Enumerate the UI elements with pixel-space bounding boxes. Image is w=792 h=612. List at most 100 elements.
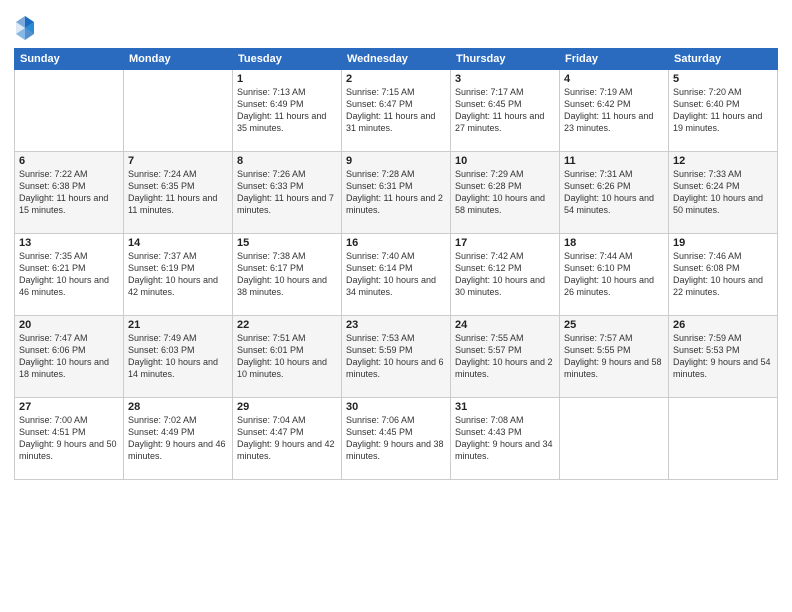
day-number: 7 (128, 155, 228, 167)
cell-content: Sunrise: 7:55 AM Sunset: 5:57 PM Dayligh… (455, 332, 555, 381)
day-number: 27 (19, 401, 119, 413)
day-number: 26 (673, 319, 773, 331)
calendar-table: SundayMondayTuesdayWednesdayThursdayFrid… (14, 48, 778, 480)
calendar-cell: 16Sunrise: 7:40 AM Sunset: 6:14 PM Dayli… (342, 234, 451, 316)
calendar-cell: 31Sunrise: 7:08 AM Sunset: 4:43 PM Dayli… (451, 398, 560, 480)
calendar-week-2: 6Sunrise: 7:22 AM Sunset: 6:38 PM Daylig… (15, 152, 778, 234)
day-number: 23 (346, 319, 446, 331)
calendar-cell: 21Sunrise: 7:49 AM Sunset: 6:03 PM Dayli… (124, 316, 233, 398)
calendar-cell: 17Sunrise: 7:42 AM Sunset: 6:12 PM Dayli… (451, 234, 560, 316)
calendar-cell: 15Sunrise: 7:38 AM Sunset: 6:17 PM Dayli… (233, 234, 342, 316)
cell-content: Sunrise: 7:29 AM Sunset: 6:28 PM Dayligh… (455, 168, 555, 217)
day-number: 28 (128, 401, 228, 413)
day-number: 25 (564, 319, 664, 331)
day-number: 8 (237, 155, 337, 167)
day-number: 31 (455, 401, 555, 413)
calendar-cell: 7Sunrise: 7:24 AM Sunset: 6:35 PM Daylig… (124, 152, 233, 234)
cell-content: Sunrise: 7:04 AM Sunset: 4:47 PM Dayligh… (237, 414, 337, 463)
day-number: 9 (346, 155, 446, 167)
cell-content: Sunrise: 7:59 AM Sunset: 5:53 PM Dayligh… (673, 332, 773, 381)
calendar-cell: 3Sunrise: 7:17 AM Sunset: 6:45 PM Daylig… (451, 70, 560, 152)
day-number: 4 (564, 73, 664, 85)
calendar-cell: 13Sunrise: 7:35 AM Sunset: 6:21 PM Dayli… (15, 234, 124, 316)
calendar-cell: 23Sunrise: 7:53 AM Sunset: 5:59 PM Dayli… (342, 316, 451, 398)
day-number: 13 (19, 237, 119, 249)
cell-content: Sunrise: 7:57 AM Sunset: 5:55 PM Dayligh… (564, 332, 664, 381)
calendar-cell: 25Sunrise: 7:57 AM Sunset: 5:55 PM Dayli… (560, 316, 669, 398)
day-number: 15 (237, 237, 337, 249)
cell-content: Sunrise: 7:37 AM Sunset: 6:19 PM Dayligh… (128, 250, 228, 299)
calendar-cell (560, 398, 669, 480)
cell-content: Sunrise: 7:00 AM Sunset: 4:51 PM Dayligh… (19, 414, 119, 463)
day-number: 30 (346, 401, 446, 413)
cell-content: Sunrise: 7:06 AM Sunset: 4:45 PM Dayligh… (346, 414, 446, 463)
calendar-cell: 1Sunrise: 7:13 AM Sunset: 6:49 PM Daylig… (233, 70, 342, 152)
calendar-cell: 8Sunrise: 7:26 AM Sunset: 6:33 PM Daylig… (233, 152, 342, 234)
calendar-cell: 9Sunrise: 7:28 AM Sunset: 6:31 PM Daylig… (342, 152, 451, 234)
day-number: 6 (19, 155, 119, 167)
calendar-cell: 30Sunrise: 7:06 AM Sunset: 4:45 PM Dayli… (342, 398, 451, 480)
calendar-cell: 14Sunrise: 7:37 AM Sunset: 6:19 PM Dayli… (124, 234, 233, 316)
calendar-cell: 12Sunrise: 7:33 AM Sunset: 6:24 PM Dayli… (669, 152, 778, 234)
page-header (14, 10, 778, 42)
calendar-week-1: 1Sunrise: 7:13 AM Sunset: 6:49 PM Daylig… (15, 70, 778, 152)
calendar-cell: 27Sunrise: 7:00 AM Sunset: 4:51 PM Dayli… (15, 398, 124, 480)
calendar-cell: 4Sunrise: 7:19 AM Sunset: 6:42 PM Daylig… (560, 70, 669, 152)
calendar-cell: 19Sunrise: 7:46 AM Sunset: 6:08 PM Dayli… (669, 234, 778, 316)
calendar-week-5: 27Sunrise: 7:00 AM Sunset: 4:51 PM Dayli… (15, 398, 778, 480)
day-number: 5 (673, 73, 773, 85)
cell-content: Sunrise: 7:38 AM Sunset: 6:17 PM Dayligh… (237, 250, 337, 299)
calendar-cell: 6Sunrise: 7:22 AM Sunset: 6:38 PM Daylig… (15, 152, 124, 234)
cell-content: Sunrise: 7:33 AM Sunset: 6:24 PM Dayligh… (673, 168, 773, 217)
calendar-cell: 20Sunrise: 7:47 AM Sunset: 6:06 PM Dayli… (15, 316, 124, 398)
calendar-cell (15, 70, 124, 152)
cell-content: Sunrise: 7:46 AM Sunset: 6:08 PM Dayligh… (673, 250, 773, 299)
calendar-week-4: 20Sunrise: 7:47 AM Sunset: 6:06 PM Dayli… (15, 316, 778, 398)
cell-content: Sunrise: 7:19 AM Sunset: 6:42 PM Dayligh… (564, 86, 664, 135)
cell-content: Sunrise: 7:26 AM Sunset: 6:33 PM Dayligh… (237, 168, 337, 217)
day-number: 19 (673, 237, 773, 249)
cell-content: Sunrise: 7:49 AM Sunset: 6:03 PM Dayligh… (128, 332, 228, 381)
day-number: 10 (455, 155, 555, 167)
cell-content: Sunrise: 7:22 AM Sunset: 6:38 PM Dayligh… (19, 168, 119, 217)
calendar-cell: 29Sunrise: 7:04 AM Sunset: 4:47 PM Dayli… (233, 398, 342, 480)
cell-content: Sunrise: 7:51 AM Sunset: 6:01 PM Dayligh… (237, 332, 337, 381)
day-number: 20 (19, 319, 119, 331)
calendar-week-3: 13Sunrise: 7:35 AM Sunset: 6:21 PM Dayli… (15, 234, 778, 316)
logo-icon (14, 14, 36, 42)
day-number: 12 (673, 155, 773, 167)
day-header-thursday: Thursday (451, 49, 560, 70)
day-number: 3 (455, 73, 555, 85)
calendar-cell (669, 398, 778, 480)
calendar-header-row: SundayMondayTuesdayWednesdayThursdayFrid… (15, 49, 778, 70)
day-number: 29 (237, 401, 337, 413)
calendar-cell: 11Sunrise: 7:31 AM Sunset: 6:26 PM Dayli… (560, 152, 669, 234)
cell-content: Sunrise: 7:08 AM Sunset: 4:43 PM Dayligh… (455, 414, 555, 463)
day-number: 16 (346, 237, 446, 249)
day-number: 14 (128, 237, 228, 249)
day-number: 21 (128, 319, 228, 331)
day-header-saturday: Saturday (669, 49, 778, 70)
cell-content: Sunrise: 7:47 AM Sunset: 6:06 PM Dayligh… (19, 332, 119, 381)
day-number: 22 (237, 319, 337, 331)
day-number: 18 (564, 237, 664, 249)
cell-content: Sunrise: 7:31 AM Sunset: 6:26 PM Dayligh… (564, 168, 664, 217)
day-header-friday: Friday (560, 49, 669, 70)
day-number: 11 (564, 155, 664, 167)
calendar-cell: 18Sunrise: 7:44 AM Sunset: 6:10 PM Dayli… (560, 234, 669, 316)
cell-content: Sunrise: 7:20 AM Sunset: 6:40 PM Dayligh… (673, 86, 773, 135)
calendar-cell: 26Sunrise: 7:59 AM Sunset: 5:53 PM Dayli… (669, 316, 778, 398)
cell-content: Sunrise: 7:02 AM Sunset: 4:49 PM Dayligh… (128, 414, 228, 463)
cell-content: Sunrise: 7:28 AM Sunset: 6:31 PM Dayligh… (346, 168, 446, 217)
calendar-cell: 24Sunrise: 7:55 AM Sunset: 5:57 PM Dayli… (451, 316, 560, 398)
logo (14, 14, 38, 42)
day-number: 24 (455, 319, 555, 331)
calendar-cell: 5Sunrise: 7:20 AM Sunset: 6:40 PM Daylig… (669, 70, 778, 152)
day-number: 1 (237, 73, 337, 85)
day-header-tuesday: Tuesday (233, 49, 342, 70)
calendar-cell: 28Sunrise: 7:02 AM Sunset: 4:49 PM Dayli… (124, 398, 233, 480)
calendar-cell (124, 70, 233, 152)
calendar-cell: 22Sunrise: 7:51 AM Sunset: 6:01 PM Dayli… (233, 316, 342, 398)
cell-content: Sunrise: 7:13 AM Sunset: 6:49 PM Dayligh… (237, 86, 337, 135)
day-header-sunday: Sunday (15, 49, 124, 70)
